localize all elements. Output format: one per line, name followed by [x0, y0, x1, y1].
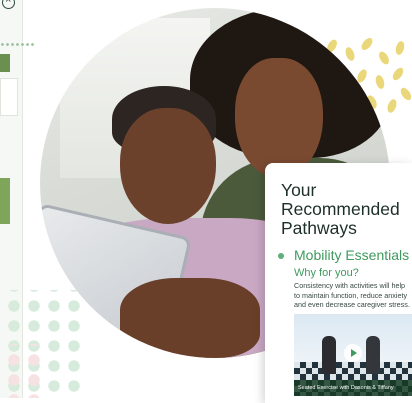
thumbnail-image	[0, 178, 10, 224]
why-for-you-label: Why for you?	[294, 267, 359, 279]
thumbnail-image	[0, 54, 10, 72]
decorative-dots-pink	[0, 344, 46, 398]
video-caption: Seated Exercise with Dasonis & Tiffany	[294, 380, 412, 396]
pathway-title[interactable]: Mobility Essentials	[294, 247, 409, 263]
hands	[120, 278, 260, 358]
recommended-pathways-card: Your Recommended Pathways Mobility Essen…	[265, 163, 412, 403]
card-title-line: Recommended	[281, 199, 400, 219]
elder-face	[120, 108, 216, 224]
card-title-line: Pathways	[281, 218, 357, 238]
pathway-description: Consistency with activities will help to…	[294, 281, 410, 309]
pathway-bullet-icon	[278, 253, 284, 259]
play-icon[interactable]	[344, 344, 362, 362]
list-card	[0, 78, 18, 116]
card-title-line: Your	[281, 180, 317, 200]
video-person	[366, 336, 380, 374]
video-person	[322, 336, 336, 374]
close-icon[interactable]	[2, 0, 15, 9]
card-title: Your Recommended Pathways	[281, 181, 411, 238]
caregiver-face	[235, 58, 323, 178]
decorative-dot-row	[0, 42, 36, 46]
video-thumbnail[interactable]: Seated Exercise with Dasonis & Tiffany	[294, 314, 412, 396]
